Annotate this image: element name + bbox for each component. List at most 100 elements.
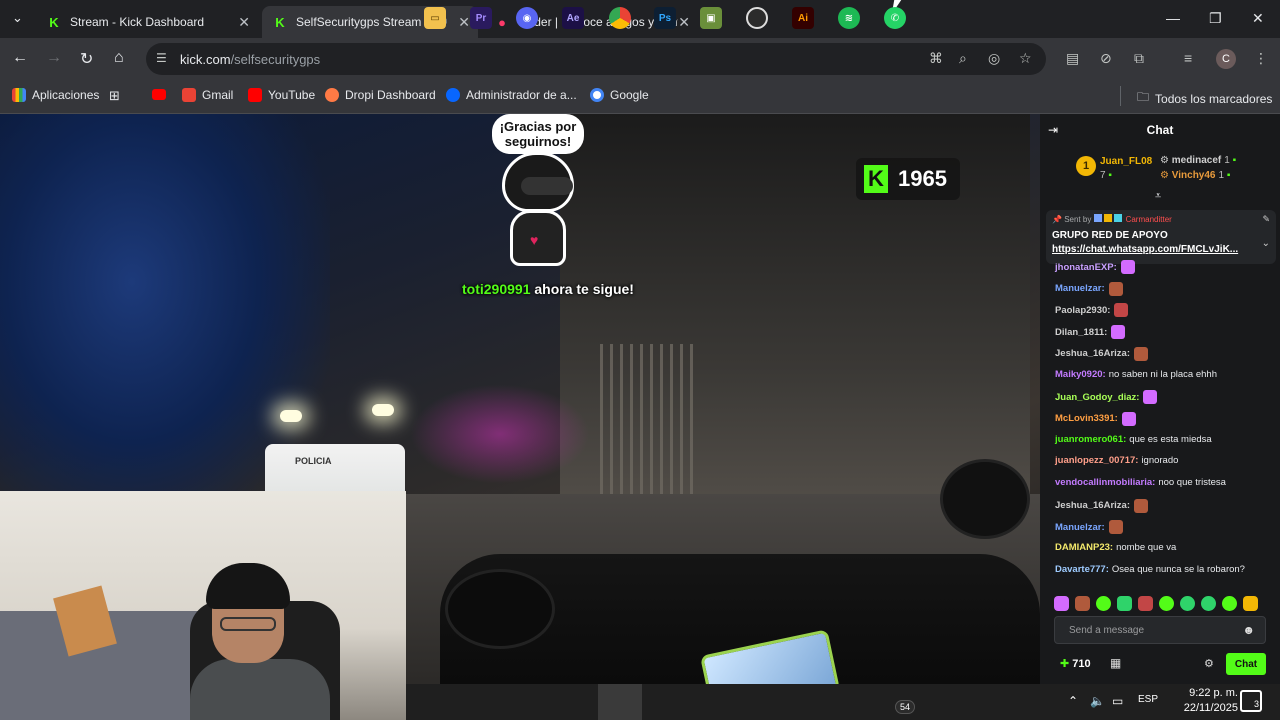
chat-username[interactable]: Juan_Godoy_diaz: bbox=[1055, 392, 1139, 403]
link-extension-icon[interactable]: ⊘ bbox=[1100, 50, 1112, 67]
minecraft-icon[interactable]: ▣ bbox=[700, 7, 722, 29]
forward-icon[interactable]: → bbox=[46, 49, 62, 67]
after-effects-icon[interactable]: Ae bbox=[562, 7, 584, 29]
notification-center-icon[interactable]: 3 bbox=[1240, 690, 1262, 712]
emote-icon bbox=[1111, 325, 1126, 340]
site-info-icon[interactable]: ☰ bbox=[156, 51, 167, 65]
youtube-icon[interactable] bbox=[152, 89, 166, 100]
taskbar-clock[interactable]: 9:22 p. m. 22/11/2025 bbox=[1158, 686, 1238, 716]
channel-points[interactable]: ✚ 710 bbox=[1060, 657, 1091, 671]
chat-username[interactable]: Paolap2930: bbox=[1055, 305, 1110, 316]
bookmark-dropi[interactable]: Dropi Dashboard bbox=[325, 88, 436, 102]
premiere-pro-icon[interactable]: Pr bbox=[470, 7, 492, 29]
chat-username[interactable]: Jeshua_16Ariza: bbox=[1055, 500, 1130, 511]
chat-username[interactable]: juanlopezz_00717: bbox=[1055, 455, 1138, 466]
emote-icon[interactable] bbox=[1222, 595, 1237, 611]
emote-icon[interactable] bbox=[1117, 595, 1132, 611]
tab-search-icon[interactable]: ⌄ bbox=[12, 10, 23, 26]
profile-avatar[interactable]: C bbox=[1216, 49, 1236, 69]
rank-1-coin-icon: 1 bbox=[1076, 156, 1096, 176]
chat-username[interactable]: Maiky0920: bbox=[1055, 369, 1106, 380]
emote-icon[interactable] bbox=[1054, 595, 1069, 611]
address-bar[interactable]: ☰ kick.com/selfsecuritygps bbox=[146, 43, 1046, 75]
tab-title: Stream - Kick Dashboard bbox=[70, 15, 205, 29]
gift-icon: ▪ bbox=[1226, 170, 1231, 181]
chat-username[interactable]: Jeshua_16Ariza: bbox=[1055, 348, 1130, 359]
chat-username[interactable]: Manuelzar: bbox=[1055, 522, 1105, 533]
illustrator-icon[interactable]: Ai bbox=[792, 7, 814, 29]
chrome-icon[interactable] bbox=[609, 7, 631, 29]
divider bbox=[1120, 86, 1121, 106]
leader-name: Vinchy46 bbox=[1171, 170, 1216, 181]
close-icon[interactable]: ✕ bbox=[458, 14, 470, 31]
reading-list-icon[interactable]: ▤ bbox=[1066, 50, 1079, 67]
close-icon[interactable]: ✕ bbox=[678, 14, 690, 31]
obs-icon[interactable] bbox=[746, 7, 768, 29]
leader-1[interactable]: Juan_FL08 bbox=[1100, 156, 1152, 167]
zoom-icon[interactable]: ⌕ bbox=[959, 50, 967, 67]
expand-icon[interactable]: ⌄ bbox=[1262, 238, 1270, 249]
bookmark-youtube[interactable]: YouTube bbox=[248, 88, 315, 102]
emote-icon[interactable] bbox=[1138, 595, 1153, 611]
bookmark-aplicaciones[interactable]: Aplicaciones bbox=[12, 88, 99, 102]
close-window-button[interactable]: ✕ bbox=[1252, 10, 1264, 27]
bookmark-all-folders[interactable]: 🗀 Todos los marcadores bbox=[1137, 88, 1272, 109]
tab-kick-dashboard[interactable]: K Stream - Kick Dashboard ✕ bbox=[36, 6, 258, 38]
discord-icon[interactable]: ◉ bbox=[516, 7, 538, 29]
home-icon[interactable]: ⌂ bbox=[114, 49, 124, 67]
bookmark-gmail[interactable]: Gmail bbox=[182, 88, 233, 102]
emoji-icon[interactable]: ☻ bbox=[1242, 623, 1255, 637]
minimize-button[interactable]: — bbox=[1166, 10, 1180, 26]
reload-icon[interactable]: ↻ bbox=[80, 49, 93, 69]
chat-username[interactable]: vendocallinmobiliaria: bbox=[1055, 477, 1155, 488]
spotify-icon[interactable]: ≋ bbox=[838, 7, 860, 29]
vault-icon[interactable]: ▦ bbox=[1110, 656, 1121, 670]
emote-icon[interactable] bbox=[1096, 595, 1111, 611]
chat-username[interactable]: McLovin3391: bbox=[1055, 413, 1118, 424]
bookmark-label: YouTube bbox=[268, 88, 316, 102]
bookmark-administrador[interactable]: Administrador de a... bbox=[446, 88, 577, 102]
leader-3[interactable]: ⚙ Vinchy46 1 ▪ bbox=[1160, 170, 1230, 181]
translate-icon[interactable]: ⌘ bbox=[929, 50, 943, 67]
tracking-icon[interactable]: ◎ bbox=[988, 50, 1000, 67]
restore-button[interactable]: ❐ bbox=[1209, 10, 1222, 27]
chat-input[interactable]: Send a message ☻ bbox=[1054, 616, 1266, 644]
emote-icon[interactable] bbox=[1201, 595, 1216, 611]
unpin-icon[interactable]: ✎ bbox=[1262, 214, 1270, 225]
chat-username[interactable]: DAMIANP23: bbox=[1055, 542, 1113, 553]
whatsapp-icon[interactable]: ✆ bbox=[884, 7, 906, 29]
tray-expand-icon[interactable]: ⌃ bbox=[1068, 694, 1078, 708]
chat-username[interactable]: Manuelzar: bbox=[1055, 283, 1105, 294]
chat-username[interactable]: Davarte777: bbox=[1055, 564, 1109, 575]
emote-icon[interactable] bbox=[1075, 595, 1090, 611]
chat-username[interactable]: jhonatanEXP: bbox=[1055, 262, 1117, 273]
settings-gear-icon[interactable]: ⚙ bbox=[1204, 657, 1214, 670]
pinned-link[interactable]: https://chat.whatsapp.com/FMCLvJiK... bbox=[1052, 244, 1270, 255]
grid-icon[interactable]: ⊞ bbox=[109, 88, 120, 104]
chat-message: juanlopezz_00717: ignorado bbox=[1055, 455, 1178, 466]
photoshop-icon[interactable]: Ps bbox=[654, 7, 676, 29]
emote-icon[interactable] bbox=[1159, 595, 1174, 611]
left-mirror bbox=[445, 569, 555, 649]
send-chat-button[interactable]: Chat bbox=[1226, 653, 1266, 675]
scroll-down-icon[interactable]: ⩡ bbox=[1155, 190, 1161, 203]
back-icon[interactable]: ← bbox=[12, 49, 28, 67]
leader-2[interactable]: ⚙ medinacef 1 ▪ bbox=[1160, 155, 1236, 166]
bookmark-google[interactable]: Google bbox=[590, 88, 649, 102]
close-icon[interactable]: ✕ bbox=[238, 14, 250, 31]
network-icon[interactable]: ▭ bbox=[1112, 694, 1123, 708]
extensions-icon[interactable]: ⧉ bbox=[1134, 50, 1144, 67]
kick-icon: K bbox=[49, 14, 59, 30]
emote-icon[interactable] bbox=[1243, 595, 1258, 611]
pinned-message[interactable]: 📌 Sent by Carmanditter ✎ GRUPO RED DE AP… bbox=[1046, 210, 1276, 264]
chat-username[interactable]: juanromero061: bbox=[1055, 434, 1126, 445]
menu-icon[interactable]: ⋮ bbox=[1254, 50, 1268, 67]
volume-icon[interactable]: 🔈 bbox=[1090, 694, 1105, 708]
language-indicator[interactable]: ESP bbox=[1138, 694, 1158, 705]
file-explorer-icon[interactable]: ▭ bbox=[424, 7, 446, 29]
emote-icon[interactable] bbox=[1180, 595, 1195, 611]
chat-username[interactable]: Dilan_1811: bbox=[1055, 327, 1107, 338]
media-control-icon[interactable]: ≡ bbox=[1184, 50, 1192, 66]
sent-by-label: Sent by bbox=[1064, 215, 1092, 224]
bookmark-star-icon[interactable]: ☆ bbox=[1019, 50, 1032, 67]
